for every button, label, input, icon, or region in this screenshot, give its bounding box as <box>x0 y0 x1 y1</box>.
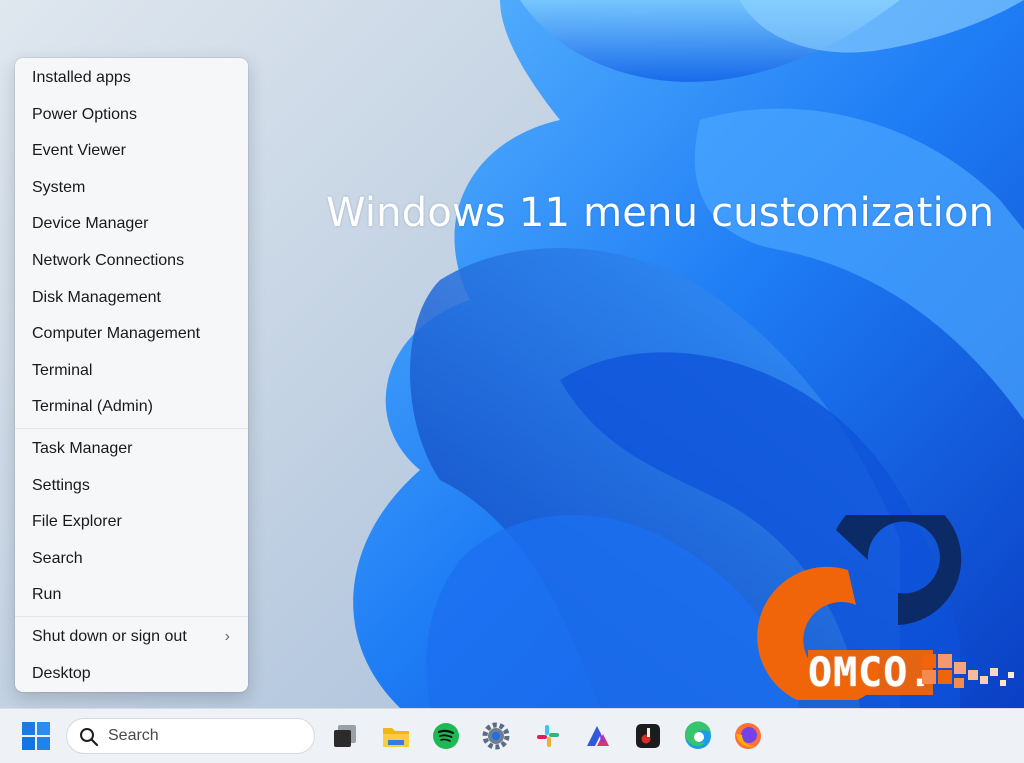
menu-separator <box>15 427 248 429</box>
slack-icon[interactable] <box>533 721 563 751</box>
settings-gear-icon[interactable] <box>481 721 511 751</box>
search-icon <box>80 728 99 747</box>
menu-item-task-manager[interactable]: Task Manager <box>15 431 248 468</box>
pixel-trail-decoration <box>922 654 1014 688</box>
menu-item-shut-down-or-sign-out[interactable]: Shut down or sign out › <box>15 619 248 656</box>
menu-item-file-explorer[interactable]: File Explorer <box>15 504 248 541</box>
menu-item-network-connections[interactable]: Network Connections <box>15 243 248 280</box>
menu-separator <box>15 615 248 617</box>
menu-item-settings[interactable]: Settings <box>15 468 248 505</box>
taskbar: Search <box>0 708 1024 763</box>
taskbar-search-box[interactable]: Search <box>66 718 315 754</box>
guitar-app-icon[interactable] <box>633 721 663 751</box>
menu-item-installed-apps[interactable]: Installed apps <box>15 60 248 97</box>
spotify-icon[interactable] <box>431 721 461 751</box>
menu-item-disk-management[interactable]: Disk Management <box>15 280 248 317</box>
menu-item-label: Shut down or sign out <box>32 627 187 645</box>
menu-group-apps: Task Manager Settings File Explorer Sear… <box>15 431 248 614</box>
menu-item-device-manager[interactable]: Device Manager <box>15 206 248 243</box>
menu-item-desktop[interactable]: Desktop <box>15 656 248 693</box>
menu-item-power-options[interactable]: Power Options <box>15 97 248 134</box>
firefox-icon[interactable] <box>733 721 763 751</box>
omco-wordmark: OMCO. <box>808 650 934 696</box>
edge-icon[interactable] <box>683 721 713 751</box>
menu-group-tools: Installed apps Power Options Event Viewe… <box>15 60 248 426</box>
menu-item-event-viewer[interactable]: Event Viewer <box>15 133 248 170</box>
menu-group-session: Shut down or sign out › Desktop <box>15 619 248 692</box>
winx-context-menu: Installed apps Power Options Event Viewe… <box>15 58 248 692</box>
menu-item-computer-management[interactable]: Computer Management <box>15 316 248 353</box>
chevron-right-icon: › <box>224 627 230 645</box>
menu-item-run[interactable]: Run <box>15 577 248 614</box>
menu-item-search[interactable]: Search <box>15 541 248 578</box>
search-placeholder: Search <box>108 727 159 744</box>
file-explorer-icon[interactable] <box>381 721 411 751</box>
menu-item-terminal-admin[interactable]: Terminal (Admin) <box>15 389 248 426</box>
menu-item-terminal[interactable]: Terminal <box>15 353 248 390</box>
menu-item-system[interactable]: System <box>15 170 248 207</box>
wallpaper-headline: Windows 11 menu customization <box>326 190 995 236</box>
start-windows-icon[interactable] <box>22 722 50 750</box>
task-view-icon[interactable] <box>330 721 360 751</box>
affinity-icon[interactable] <box>583 721 613 751</box>
